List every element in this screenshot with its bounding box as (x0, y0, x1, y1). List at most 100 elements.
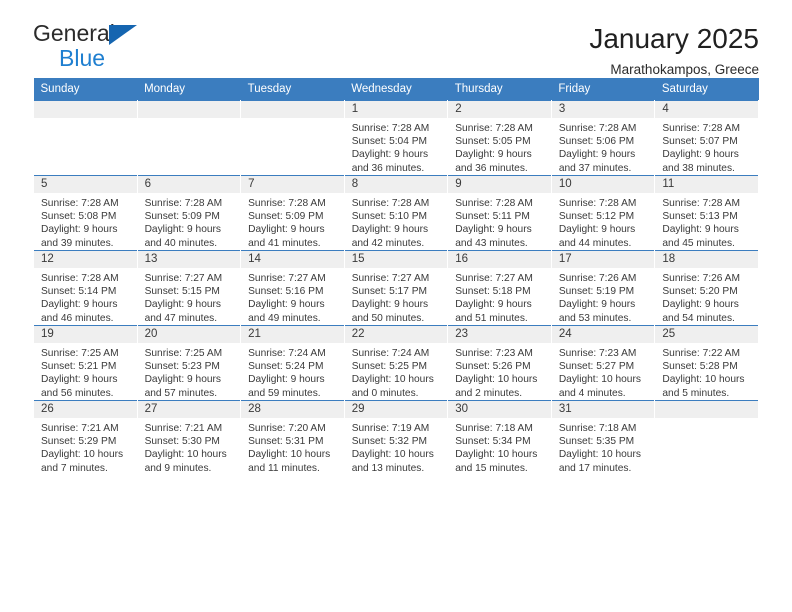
daylight-text-line1: Daylight: 10 hours (248, 449, 331, 461)
day-number: 5 (34, 176, 137, 193)
day-cell[interactable]: 17 Sunrise: 7:26 AM Sunset: 5:19 PM Dayligh… (550, 250, 656, 326)
sunrise-text: Sunrise: 7:28 AM (41, 198, 119, 209)
day-cell[interactable]: 2 Sunrise: 7:28 AM Sunset: 5:05 PM Daylight… (447, 100, 552, 176)
day-cell[interactable]: 14 Sunrise: 7:27 AM Sunset: 5:16 PM Dayligh… (240, 250, 345, 326)
day-cell[interactable]: 8 Sunrise: 7:28 AM Sunset: 5:10 PM Daylight… (343, 175, 449, 251)
daylight-text-line2: and 2 minutes. (455, 387, 523, 399)
daylight-text-line2: and 38 minutes. (662, 162, 735, 174)
daylight-text-line1: Daylight: 9 hours (558, 149, 636, 161)
day-number: 7 (241, 176, 344, 193)
daylight-text-line1: Daylight: 9 hours (41, 374, 118, 386)
day-details (34, 118, 137, 122)
day-number: 12 (34, 251, 137, 268)
day-cell[interactable]: 13 Sunrise: 7:27 AM Sunset: 5:15 PM Dayligh… (136, 250, 242, 326)
day-number (34, 101, 137, 118)
day-cell[interactable]: 9 Sunrise: 7:28 AM Sunset: 5:11 PM Daylight… (447, 175, 552, 251)
day-cell[interactable]: 22 Sunrise: 7:24 AM Sunset: 5:25 PM Dayligh… (343, 325, 449, 401)
day-cell[interactable]: 30 Sunrise: 7:18 AM Sunset: 5:34 PM Dayligh… (447, 400, 552, 475)
daylight-text-line2: and 41 minutes. (248, 237, 321, 249)
day-cell[interactable]: 21 Sunrise: 7:24 AM Sunset: 5:24 PM Dayligh… (240, 325, 345, 401)
sunrise-text: Sunrise: 7:21 AM (144, 423, 223, 434)
day-details: Sunrise: 7:28 AM Sunset: 5:04 PM Daylight:… (345, 118, 448, 175)
day-number: 30 (448, 401, 551, 418)
day-cell[interactable]: 5 Sunrise: 7:28 AM Sunset: 5:08 PM Daylight… (33, 175, 138, 251)
daylight-text-line2: and 53 minutes. (558, 312, 632, 324)
sunset-text: Sunset: 5:07 PM (662, 136, 738, 148)
sunset-text: Sunset: 5:12 PM (558, 211, 635, 223)
sunrise-text: Sunrise: 7:23 AM (455, 348, 533, 359)
calendar-week-row: 1 Sunrise: 7:28 AM Sunset: 5:04 PM Daylight… (33, 100, 759, 176)
day-cell[interactable]: 24 Sunrise: 7:23 AM Sunset: 5:27 PM Dayligh… (550, 325, 656, 401)
daylight-text-line2: and 43 minutes. (455, 237, 528, 249)
day-details: Sunrise: 7:27 AM Sunset: 5:17 PM Daylight:… (345, 268, 448, 325)
daylight-text-line1: Daylight: 10 hours (351, 374, 434, 386)
day-number: 27 (137, 401, 241, 418)
daylight-text-line2: and 51 minutes. (455, 312, 528, 324)
daylight-text-line1: Daylight: 9 hours (144, 224, 222, 236)
daylight-text-line1: Daylight: 9 hours (455, 299, 532, 311)
day-details: Sunrise: 7:28 AM Sunset: 5:09 PM Daylight:… (138, 193, 241, 250)
sunrise-text: Sunrise: 7:22 AM (662, 348, 740, 359)
day-cell[interactable]: 18 Sunrise: 7:26 AM Sunset: 5:20 PM Dayligh… (654, 250, 759, 326)
day-cell[interactable]: 16 Sunrise: 7:27 AM Sunset: 5:18 PM Dayligh… (447, 250, 552, 326)
day-cell[interactable]: 11 Sunrise: 7:28 AM Sunset: 5:13 PM Dayligh… (654, 175, 759, 251)
calendar-week-row: 5 Sunrise: 7:28 AM Sunset: 5:08 PM Daylight… (33, 175, 759, 251)
generalblue-logo[interactable]: General Blue (33, 22, 163, 74)
sunrise-text: Sunrise: 7:26 AM (558, 273, 637, 284)
daylight-text-line1: Daylight: 9 hours (351, 299, 429, 311)
daylight-text-line1: Daylight: 9 hours (558, 224, 636, 236)
sunset-text: Sunset: 5:09 PM (144, 211, 220, 223)
sunset-text: Sunset: 5:09 PM (248, 211, 324, 223)
day-details: Sunrise: 7:18 AM Sunset: 5:35 PM Daylight:… (552, 418, 655, 475)
sunrise-text: Sunrise: 7:28 AM (455, 198, 533, 209)
sunset-text: Sunset: 5:16 PM (248, 286, 324, 298)
day-details: Sunrise: 7:27 AM Sunset: 5:15 PM Daylight:… (138, 268, 241, 325)
day-cell[interactable]: 28 Sunrise: 7:20 AM Sunset: 5:31 PM Dayligh… (240, 400, 345, 475)
sunrise-text: Sunrise: 7:21 AM (41, 423, 119, 434)
sunset-text: Sunset: 5:25 PM (351, 361, 428, 373)
sunrise-text: Sunrise: 7:23 AM (558, 348, 637, 359)
day-cell[interactable]: 3 Sunrise: 7:28 AM Sunset: 5:06 PM Daylight… (550, 100, 656, 176)
day-cell-empty (240, 100, 345, 176)
logo-text-blue: Blue (59, 45, 106, 71)
day-number: 22 (344, 326, 448, 343)
day-details: Sunrise: 7:21 AM Sunset: 5:30 PM Daylight:… (138, 418, 241, 475)
day-cell[interactable]: 31 Sunrise: 7:18 AM Sunset: 5:35 PM Dayligh… (550, 400, 656, 475)
sunset-text: Sunset: 5:29 PM (41, 436, 117, 448)
sunrise-text: Sunrise: 7:27 AM (248, 273, 326, 284)
day-cell[interactable]: 10 Sunrise: 7:28 AM Sunset: 5:12 PM Dayligh… (550, 175, 656, 251)
daylight-text-line2: and 47 minutes. (144, 312, 218, 324)
day-details: Sunrise: 7:27 AM Sunset: 5:16 PM Daylight:… (241, 268, 344, 325)
sunrise-text: Sunrise: 7:18 AM (558, 423, 637, 434)
day-cell[interactable]: 29 Sunrise: 7:19 AM Sunset: 5:32 PM Dayligh… (343, 400, 449, 475)
day-cell[interactable]: 4 Sunrise: 7:28 AM Sunset: 5:07 PM Daylight… (654, 100, 759, 176)
day-cell[interactable]: 23 Sunrise: 7:23 AM Sunset: 5:26 PM Dayligh… (447, 325, 552, 401)
day-cell[interactable]: 1 Sunrise: 7:28 AM Sunset: 5:04 PM Daylight… (343, 100, 449, 176)
weekday-header-monday: Monday (137, 78, 241, 101)
day-cell[interactable]: 15 Sunrise: 7:27 AM Sunset: 5:17 PM Dayligh… (343, 250, 449, 326)
day-number: 15 (344, 251, 448, 268)
day-details: Sunrise: 7:28 AM Sunset: 5:06 PM Daylight:… (552, 118, 655, 175)
day-cell[interactable]: 12 Sunrise: 7:28 AM Sunset: 5:14 PM Dayligh… (33, 250, 138, 326)
day-cell[interactable]: 27 Sunrise: 7:21 AM Sunset: 5:30 PM Dayligh… (136, 400, 242, 475)
daylight-text-line2: and 4 minutes. (558, 387, 626, 399)
sunset-text: Sunset: 5:35 PM (558, 436, 635, 448)
day-details: Sunrise: 7:28 AM Sunset: 5:05 PM Daylight:… (448, 118, 551, 175)
day-number: 1 (344, 101, 448, 118)
weekday-header-thursday: Thursday (447, 78, 552, 101)
sunrise-text: Sunrise: 7:28 AM (351, 198, 430, 209)
sunset-text: Sunset: 5:08 PM (41, 211, 117, 223)
sunrise-text: Sunrise: 7:20 AM (248, 423, 326, 434)
day-cell[interactable]: 26 Sunrise: 7:21 AM Sunset: 5:29 PM Dayligh… (33, 400, 138, 475)
sunset-text: Sunset: 5:32 PM (351, 436, 428, 448)
day-cell[interactable]: 20 Sunrise: 7:25 AM Sunset: 5:23 PM Dayligh… (136, 325, 242, 401)
day-cell[interactable]: 6 Sunrise: 7:28 AM Sunset: 5:09 PM Daylight… (136, 175, 242, 251)
sunrise-text: Sunrise: 7:27 AM (351, 273, 430, 284)
day-cell[interactable]: 25 Sunrise: 7:22 AM Sunset: 5:28 PM Dayligh… (654, 325, 759, 401)
daylight-text-line2: and 44 minutes. (558, 237, 632, 249)
daylight-text-line1: Daylight: 10 hours (144, 449, 227, 461)
day-cell[interactable]: 19 Sunrise: 7:25 AM Sunset: 5:21 PM Dayligh… (33, 325, 138, 401)
day-cell[interactable]: 7 Sunrise: 7:28 AM Sunset: 5:09 PM Daylight… (240, 175, 345, 251)
daylight-text-line1: Daylight: 9 hours (248, 299, 325, 311)
daylight-text-line1: Daylight: 9 hours (41, 299, 118, 311)
